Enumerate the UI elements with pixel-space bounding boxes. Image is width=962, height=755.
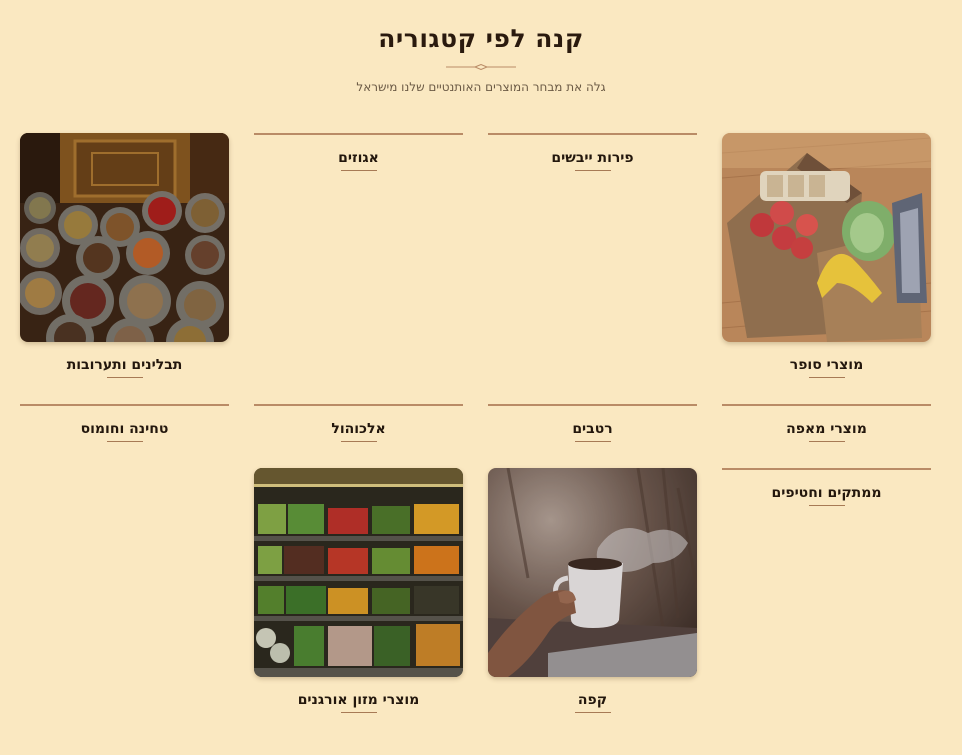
category-label: מוצרי מאפה <box>786 421 867 437</box>
category-card-bakery[interactable]: מוצרי מאפה <box>722 404 931 442</box>
coffee-cup-photo <box>488 468 697 677</box>
category-section: קנה לפי קטגוריה גלה את מבחר המוצרים האות… <box>0 0 962 755</box>
card-top-line <box>722 468 931 470</box>
section-title: קנה לפי קטגוריה <box>378 24 584 53</box>
grocery-bags-photo <box>722 133 931 342</box>
label-underline <box>340 441 377 442</box>
organic-produce-photo <box>254 468 463 677</box>
category-label: קפה <box>577 692 608 708</box>
card-top-line <box>254 404 463 406</box>
label-underline <box>340 712 377 713</box>
category-card-spices[interactable]: תבלינים ותערובות <box>20 133 229 378</box>
label-underline <box>106 441 143 442</box>
card-top-line <box>488 133 697 135</box>
category-card-nuts[interactable]: אגוזים <box>254 133 463 171</box>
category-card-organic[interactable]: מוצרי מזון אורגנים <box>254 468 463 713</box>
category-label: רטבים <box>572 421 613 437</box>
category-card-sauces[interactable]: רטבים <box>488 404 697 442</box>
category-card-coffee[interactable]: קפה <box>488 468 697 713</box>
category-label: תבלינים ותערובות <box>66 357 183 373</box>
category-label: טחינה וחומוס <box>80 421 169 437</box>
category-card-sweets[interactable]: ממתקים וחטיפים <box>722 468 931 506</box>
category-label: ממתקים וחטיפים <box>771 485 882 501</box>
label-underline <box>106 377 143 378</box>
card-top-line <box>254 133 463 135</box>
label-underline <box>574 441 611 442</box>
category-label: אגוזים <box>338 150 379 166</box>
category-label: מוצרי סופר <box>789 357 864 373</box>
label-underline <box>808 441 845 442</box>
label-underline <box>808 377 845 378</box>
ornament-divider <box>446 64 516 70</box>
category-label: אלכוהול <box>331 421 386 437</box>
section-subtitle: גלה את מבחר המוצרים האותנטיים שלנו מישרא… <box>356 80 606 94</box>
card-top-line <box>488 404 697 406</box>
card-top-line <box>20 404 229 406</box>
category-label: פירות ייבשים <box>551 150 634 166</box>
category-label: מוצרי מזון אורגנים <box>297 692 420 708</box>
category-card-dried-fruit[interactable]: פירות ייבשים <box>488 133 697 171</box>
label-underline <box>574 712 611 713</box>
label-underline <box>574 170 611 171</box>
spice-bowls-photo <box>20 133 229 342</box>
label-underline <box>808 505 845 506</box>
category-card-tahini[interactable]: טחינה וחומוס <box>20 404 229 442</box>
category-card-super[interactable]: מוצרי סופר <box>722 133 931 378</box>
category-card-alcohol[interactable]: אלכוהול <box>254 404 463 442</box>
card-top-line <box>722 404 931 406</box>
label-underline <box>340 170 377 171</box>
